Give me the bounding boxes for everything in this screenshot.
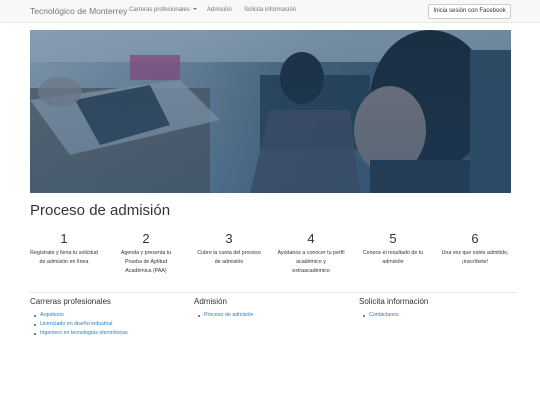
step-text: Ayúdanos a conocer tu perfil académico y…	[277, 250, 345, 274]
footer-careers-list: Arquitecto Licenciado en diseño industri…	[30, 311, 180, 338]
footer-admission-list: Proceso de admisión	[194, 311, 344, 320]
admission-step: 2 Agenda y presenta tu Prueba de Aptitud…	[112, 231, 180, 275]
step-number: 5	[389, 231, 397, 246]
footer-link-tecnologias-electronicas[interactable]: Ingeniero en tecnologías electrónicas	[34, 329, 180, 338]
admission-step: 6 Una vez que estés admitido, ¡inscríbet…	[441, 231, 509, 267]
nav-info-link[interactable]: Solicita información	[244, 7, 296, 13]
footer-admission-title: Admisión	[194, 297, 227, 306]
caret-down-icon	[192, 8, 197, 10]
step-text: Conoce el resultado de tu admisión	[362, 250, 424, 265]
footer-link-diseno-industrial[interactable]: Licenciado en diseño industrial	[34, 320, 180, 329]
step-text: Agenda y presenta tu Prueba de Aptitud A…	[120, 250, 172, 274]
step-number: 4	[307, 231, 315, 246]
admission-step: 1 Regístrate y llena tu solicitud de adm…	[30, 231, 98, 267]
step-text: Regístrate y llena tu solicitud de admis…	[30, 250, 98, 265]
footer-careers: Carreras profesionales Arquitecto Licenc…	[30, 297, 180, 338]
step-text: Cubre la cuota del proceso de admisión	[197, 250, 261, 265]
footer-info-list: Contáctanos	[359, 311, 509, 320]
footer-careers-title: Carreras profesionales	[30, 297, 111, 306]
step-number: 1	[60, 231, 68, 246]
footer-link-proceso-admision[interactable]: Proceso de admisión	[198, 311, 344, 320]
admission-step: 5 Conoce el resultado de tu admisión	[359, 231, 427, 267]
footer-divider	[30, 292, 517, 293]
step-number: 6	[471, 231, 479, 246]
page-title: Proceso de admisión	[30, 202, 171, 219]
admission-step: 3 Cubre la cuota del proceso de admisión	[195, 231, 263, 267]
nav-careers-dropdown[interactable]: Carreras profesionales	[129, 7, 197, 13]
footer-info: Solicita información Contáctanos	[359, 297, 509, 320]
footer-admission: Admisión Proceso de admisión	[194, 297, 344, 320]
step-number: 2	[142, 231, 150, 246]
facebook-login-button[interactable]: Inicia sesión con Facebook	[428, 4, 511, 19]
hero-image	[30, 30, 511, 193]
brand-link[interactable]: Tecnológico de Monterrey	[30, 6, 127, 16]
footer-link-arquitecto[interactable]: Arquitecto	[34, 311, 180, 320]
step-text: Una vez que estés admitido, ¡inscríbete!	[441, 250, 509, 265]
navbar: Tecnológico de Monterrey Carreras profes…	[0, 0, 540, 23]
footer-link-contactanos[interactable]: Contáctanos	[363, 311, 509, 320]
footer-info-title: Solicita información	[359, 297, 429, 306]
step-number: 3	[225, 231, 233, 246]
admission-step: 4 Ayúdanos a conocer tu perfil académico…	[277, 231, 345, 275]
nav-careers-label: Carreras profesionales	[129, 7, 190, 13]
nav-admission-link[interactable]: Admisión	[207, 7, 232, 13]
